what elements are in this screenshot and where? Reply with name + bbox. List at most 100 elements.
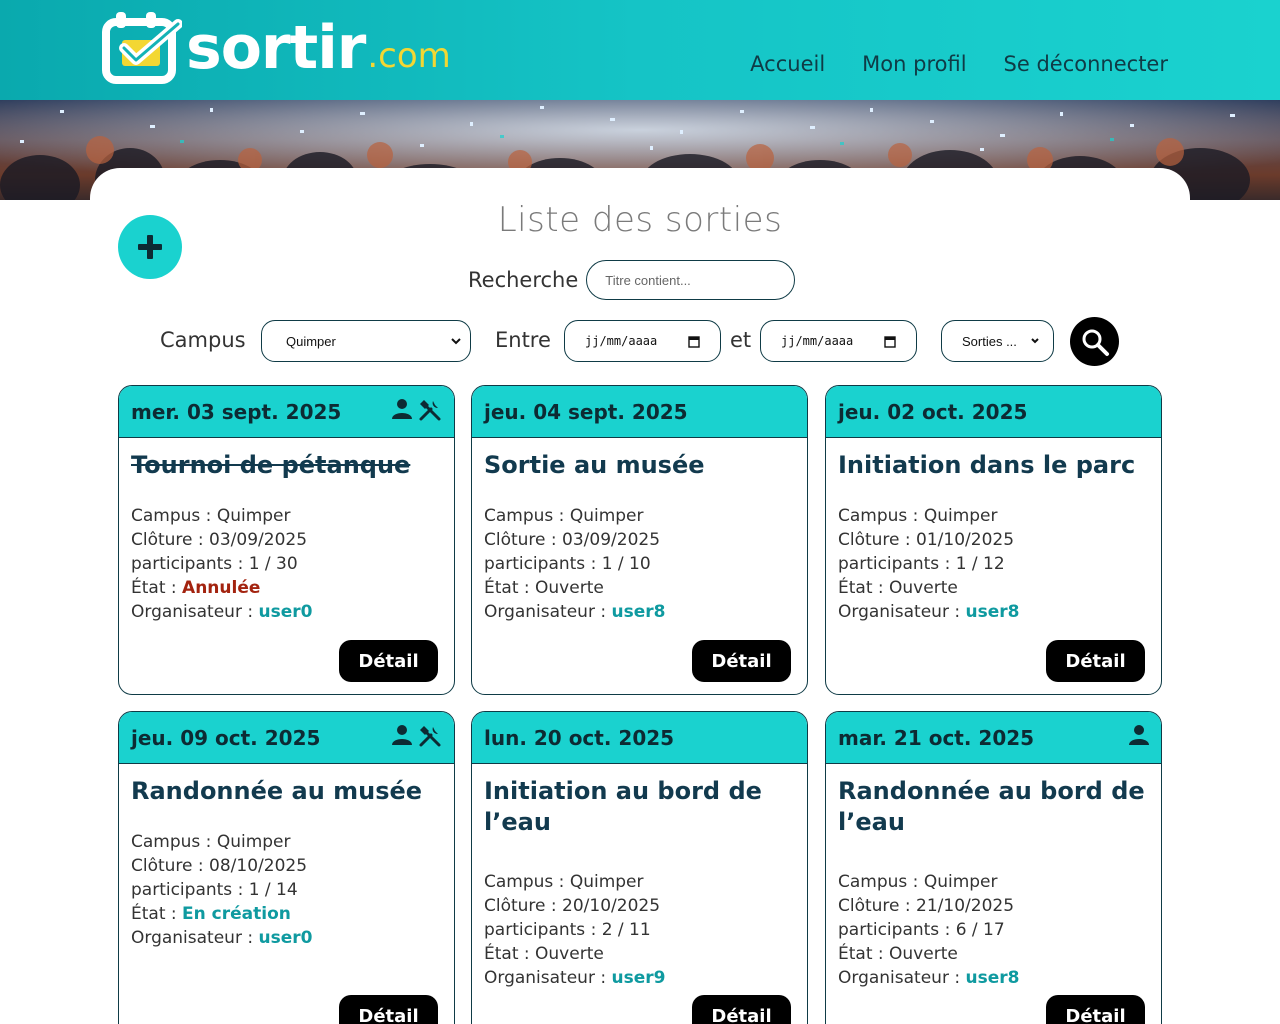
search-button[interactable] bbox=[1070, 317, 1119, 366]
and-label: et bbox=[730, 328, 752, 352]
card-organisateur-label: Organisateur : bbox=[838, 602, 966, 622]
card-status-icons bbox=[392, 724, 442, 752]
card-organisateur-label: Organisateur : bbox=[484, 968, 612, 988]
card-cloture-label: Clôture : bbox=[131, 856, 210, 876]
card-organisateur-label: Organisateur : bbox=[484, 602, 612, 622]
calendar-icon[interactable] bbox=[884, 335, 896, 348]
date-start-input[interactable]: jj/mm/aaaa bbox=[564, 320, 721, 362]
card-organisateur-value[interactable]: user8 bbox=[965, 968, 1019, 988]
date-end-input[interactable]: jj/mm/aaaa bbox=[760, 320, 917, 362]
detail-button[interactable]: Détail bbox=[692, 995, 791, 1024]
card-campus-value: Quimper bbox=[569, 506, 644, 526]
card-title: Initiation au bord de l’eau bbox=[484, 777, 762, 836]
card-campus-label: Campus : bbox=[484, 872, 570, 892]
card-organisateur-row: Organisateur : user8 bbox=[838, 966, 1019, 990]
nav-mon-profil[interactable]: Mon profil bbox=[862, 52, 966, 76]
tools-icon[interactable] bbox=[418, 398, 442, 426]
card-cloture-label: Clôture : bbox=[131, 530, 210, 550]
card-campus-value: Quimper bbox=[216, 506, 291, 526]
card-organisateur-label: Organisateur : bbox=[131, 928, 259, 948]
card-etat-row: État : Ouverte bbox=[484, 576, 665, 600]
card-cloture-label: Clôture : bbox=[484, 896, 563, 916]
card-participants-label: participants : bbox=[838, 554, 956, 574]
nav-se-deconnecter[interactable]: Se déconnecter bbox=[1004, 52, 1168, 76]
detail-button[interactable]: Détail bbox=[1046, 995, 1145, 1024]
calendar-icon[interactable] bbox=[688, 335, 700, 348]
sortie-card: mar. 21 oct. 2025 Randonnée au bord de l’… bbox=[825, 711, 1162, 1024]
card-etat-value: Ouverte bbox=[535, 578, 604, 598]
card-info: Campus : Quimper Clôture : 01/10/2025 part… bbox=[838, 504, 1019, 624]
card-campus-row: Campus : Quimper bbox=[131, 504, 312, 528]
page-title: Liste des sorties bbox=[497, 200, 783, 240]
card-participants-value: 1 / 30 bbox=[248, 554, 298, 574]
card-organisateur-label: Organisateur : bbox=[838, 968, 966, 988]
chevron-down-icon bbox=[451, 338, 461, 345]
card-date: jeu. 09 oct. 2025 bbox=[131, 726, 321, 750]
card-etat-label: État : bbox=[484, 944, 536, 964]
card-cloture-row: Clôture : 21/10/2025 bbox=[838, 894, 1019, 918]
card-cloture-value: 20/10/2025 bbox=[562, 896, 661, 916]
card-status-icons bbox=[1129, 724, 1149, 750]
card-organisateur-value[interactable]: user9 bbox=[611, 968, 665, 988]
card-title: Randonnée au musée bbox=[131, 777, 423, 805]
card-cloture-row: Clôture : 03/09/2025 bbox=[131, 528, 312, 552]
card-campus-label: Campus : bbox=[131, 506, 217, 526]
detail-button[interactable]: Détail bbox=[692, 640, 791, 682]
card-title: Sortie au musée bbox=[484, 451, 705, 479]
card-etat-value: En création bbox=[182, 904, 291, 924]
card-participants-label: participants : bbox=[838, 920, 956, 940]
tools-icon[interactable] bbox=[418, 724, 442, 752]
detail-button[interactable]: Détail bbox=[339, 995, 438, 1024]
card-date: mar. 21 oct. 2025 bbox=[838, 726, 1035, 750]
sorties-select-value: Sorties ... bbox=[962, 333, 1017, 349]
sortie-card: mer. 03 sept. 2025 Tournoi de pétanque Cam… bbox=[118, 385, 455, 695]
card-campus-label: Campus : bbox=[484, 506, 570, 526]
card-info: Campus : Quimper Clôture : 08/10/2025 part… bbox=[131, 830, 312, 950]
card-organisateur-label: Organisateur : bbox=[131, 602, 259, 622]
detail-button[interactable]: Détail bbox=[1046, 640, 1145, 682]
card-participants-value: 1 / 14 bbox=[248, 880, 298, 900]
card-organisateur-row: Organisateur : user0 bbox=[131, 926, 312, 950]
card-participants-row: participants : 6 / 17 bbox=[838, 918, 1019, 942]
campus-label: Campus bbox=[160, 328, 246, 352]
card-date: jeu. 02 oct. 2025 bbox=[838, 400, 1028, 424]
card-organisateur-row: Organisateur : user8 bbox=[484, 600, 665, 624]
detail-button[interactable]: Détail bbox=[339, 640, 438, 682]
calendar-check-icon bbox=[102, 10, 183, 84]
between-label: Entre bbox=[495, 328, 551, 352]
card-cloture-label: Clôture : bbox=[484, 530, 563, 550]
card-cloture-row: Clôture : 01/10/2025 bbox=[838, 528, 1019, 552]
card-cloture-value: 01/10/2025 bbox=[916, 530, 1015, 550]
card-etat-row: État : En création bbox=[131, 902, 312, 926]
card-campus-value: Quimper bbox=[923, 872, 998, 892]
campus-select-value: Quimper bbox=[286, 333, 336, 349]
card-participants-value: 6 / 17 bbox=[955, 920, 1005, 940]
card-info: Campus : Quimper Clôture : 20/10/2025 part… bbox=[484, 870, 665, 990]
sorties-filter-select[interactable]: Sorties ... bbox=[941, 320, 1054, 362]
card-campus-row: Campus : Quimper bbox=[131, 830, 312, 854]
card-organisateur-value[interactable]: user8 bbox=[965, 602, 1019, 622]
card-etat-value: Annulée bbox=[182, 578, 261, 598]
site-logo[interactable]: sortir .com bbox=[102, 8, 451, 84]
card-header: jeu. 09 oct. 2025 bbox=[119, 712, 454, 764]
card-etat-value: Ouverte bbox=[535, 944, 604, 964]
card-participants-row: participants : 1 / 14 bbox=[131, 878, 312, 902]
card-participants-label: participants : bbox=[131, 880, 249, 900]
search-icon bbox=[1082, 329, 1109, 356]
sortie-card: lun. 20 oct. 2025 Initiation au bord de l… bbox=[471, 711, 808, 1024]
campus-select[interactable]: Quimper bbox=[261, 320, 471, 362]
card-organisateur-value[interactable]: user0 bbox=[258, 928, 312, 948]
date-end-placeholder: jj/mm/aaaa bbox=[781, 334, 854, 348]
card-cloture-label: Clôture : bbox=[838, 896, 917, 916]
card-header: jeu. 02 oct. 2025 bbox=[826, 386, 1161, 438]
sortie-card: jeu. 04 sept. 2025 Sortie au musée Campus … bbox=[471, 385, 808, 695]
card-organisateur-value[interactable]: user8 bbox=[611, 602, 665, 622]
nav-accueil[interactable]: Accueil bbox=[750, 52, 825, 76]
card-cloture-row: Clôture : 08/10/2025 bbox=[131, 854, 312, 878]
card-date: jeu. 04 sept. 2025 bbox=[484, 400, 688, 424]
card-header: lun. 20 oct. 2025 bbox=[472, 712, 807, 764]
card-organisateur-value[interactable]: user0 bbox=[258, 602, 312, 622]
search-input[interactable] bbox=[586, 260, 796, 300]
card-etat-row: État : Ouverte bbox=[838, 942, 1019, 966]
filter-row: Campus Quimper Entre jj/mm/aaaa et jj/mm… bbox=[160, 317, 1160, 366]
